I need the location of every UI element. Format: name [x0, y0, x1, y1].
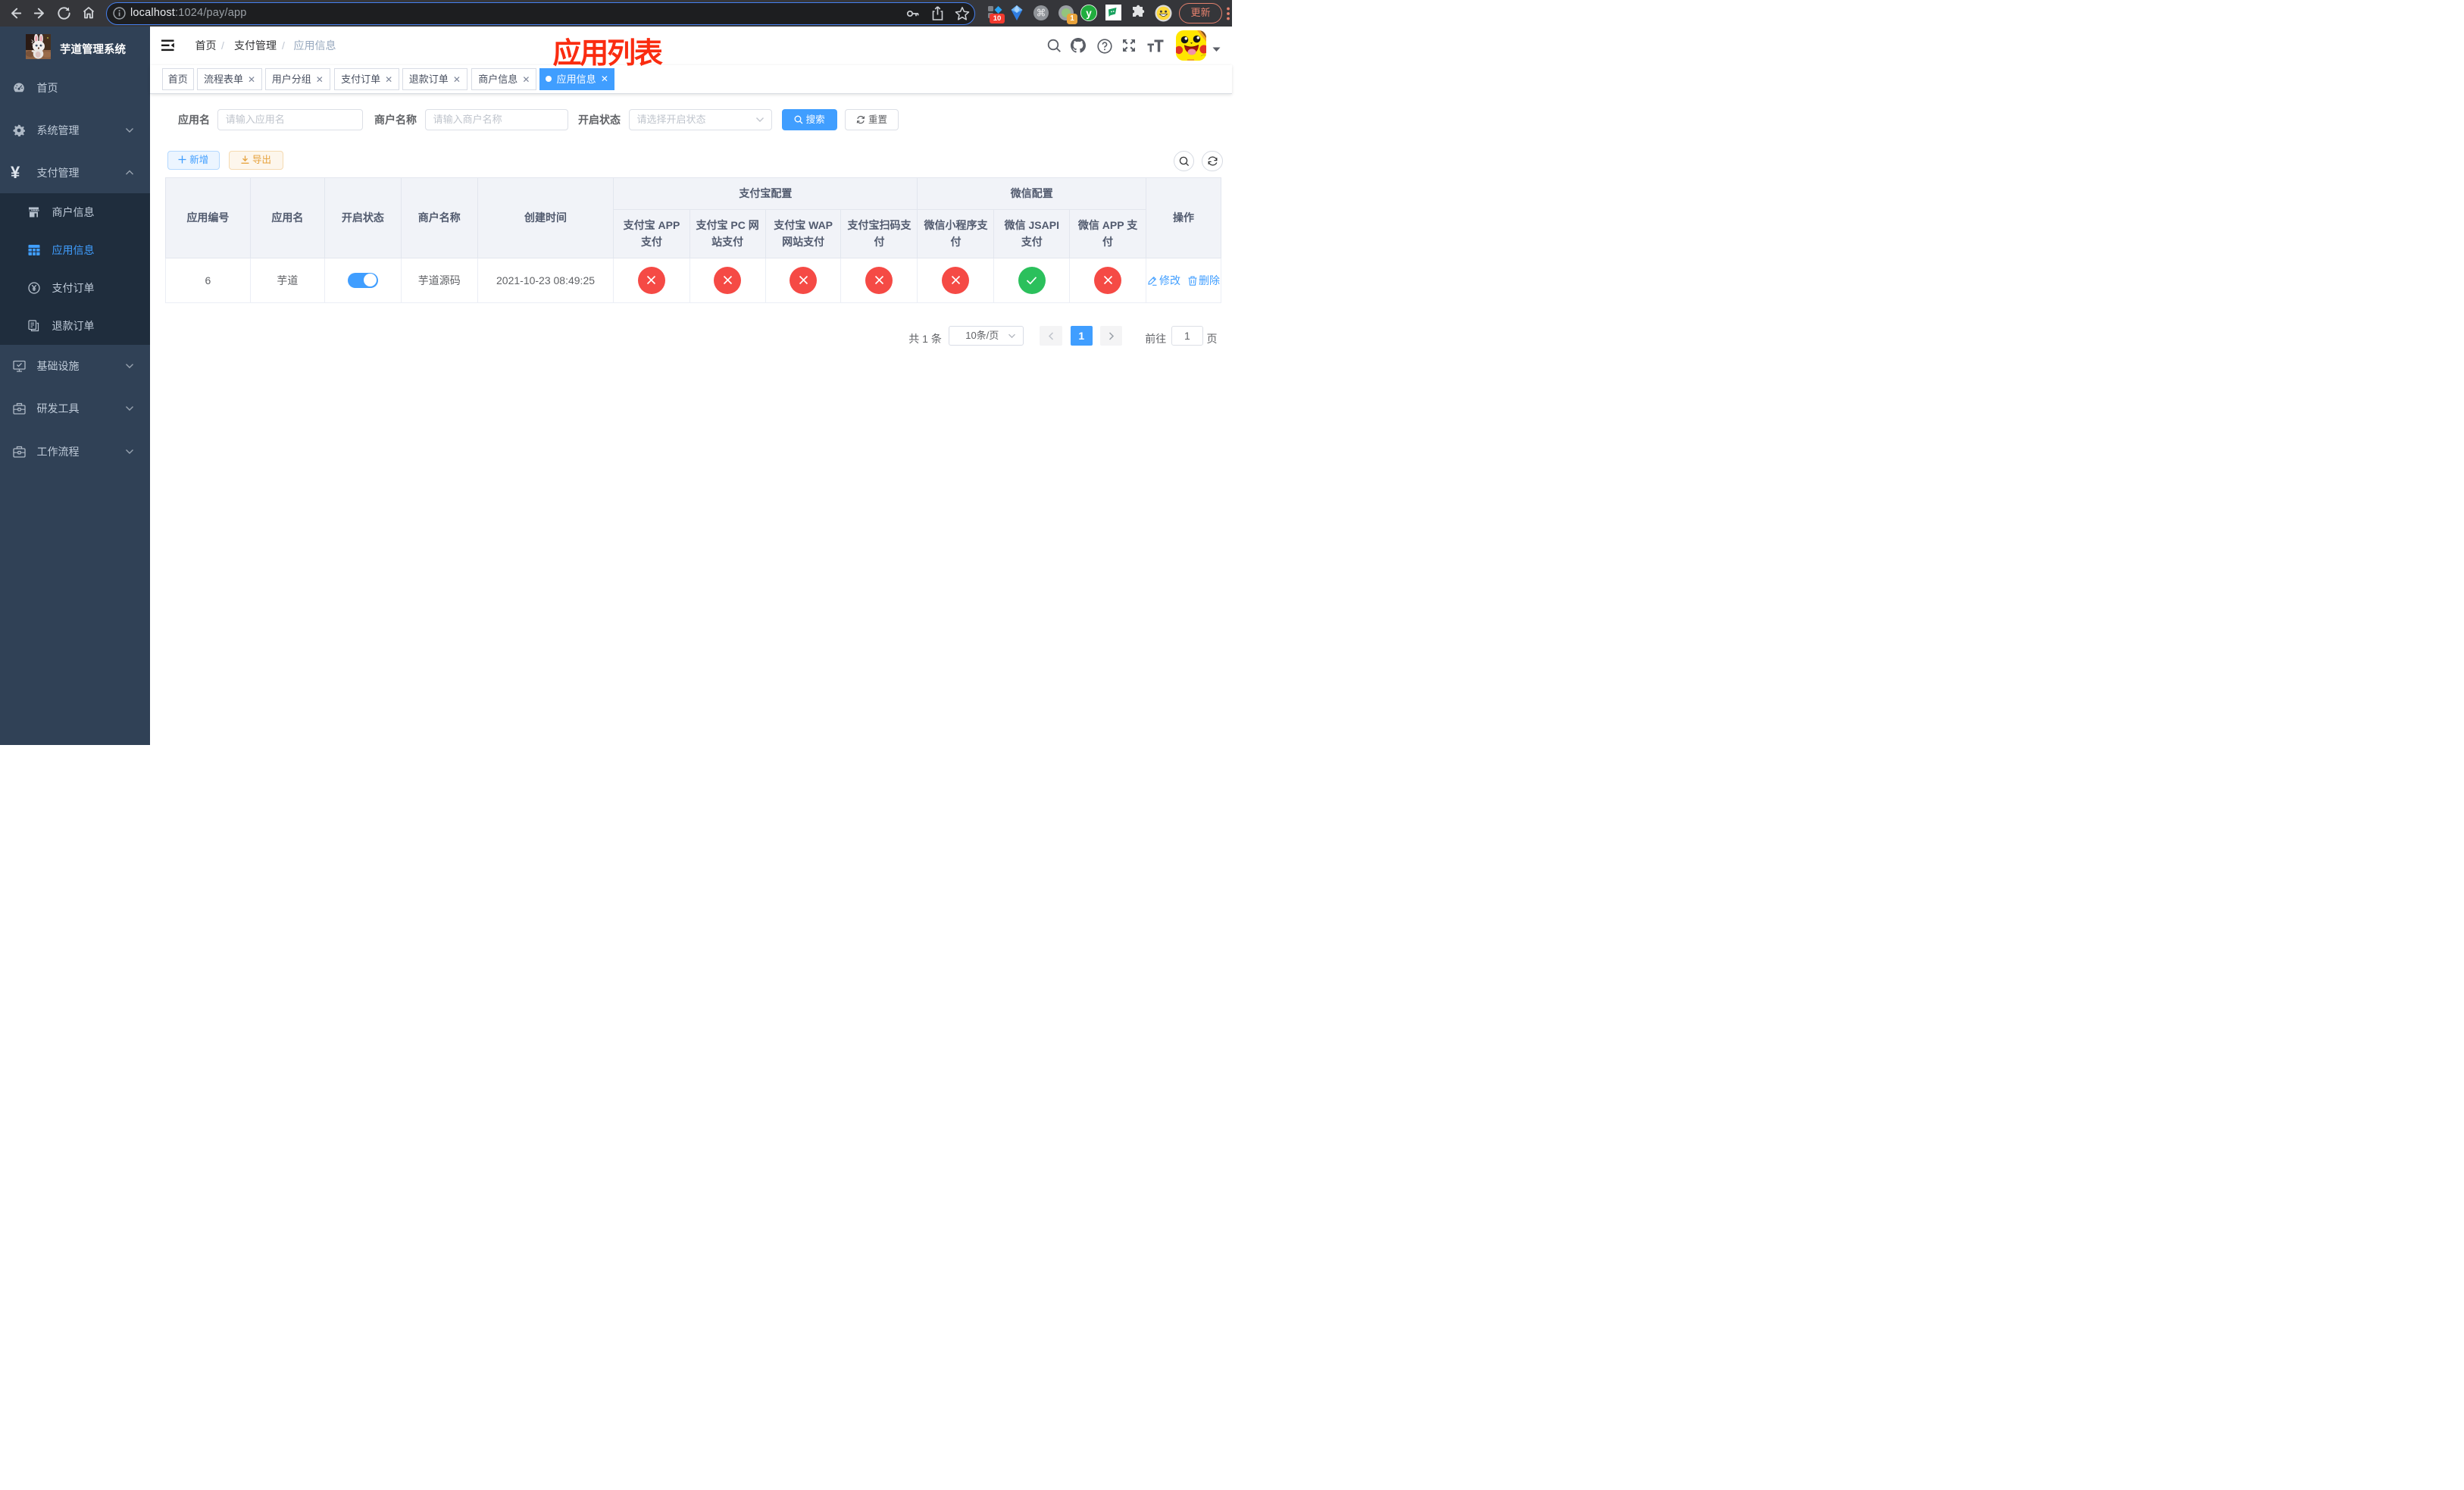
svg-text:y: y: [1086, 8, 1092, 19]
svg-text:⌘: ⌘: [1037, 8, 1046, 19]
